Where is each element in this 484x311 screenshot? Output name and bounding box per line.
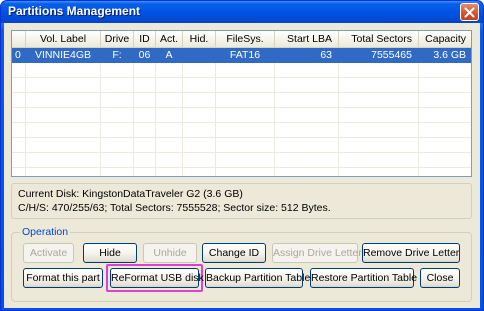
window-close-button[interactable] — [460, 3, 479, 21]
reformat-usb-disk-button[interactable]: ReFormat USB disk — [110, 268, 204, 288]
partitions-table[interactable]: Vol. Label Drive ID Act. Hid. FileSys. S… — [11, 30, 472, 177]
restore-partition-table-button[interactable]: Restore Partition Table — [310, 268, 417, 288]
cell-active: A — [156, 48, 183, 63]
cell-index: 0 — [12, 48, 26, 63]
empty-row — [12, 123, 471, 138]
table-header: Vol. Label Drive ID Act. Hid. FileSys. S… — [12, 31, 471, 48]
backup-partition-table-button[interactable]: Backup Partition Table — [205, 268, 310, 288]
column-header-active[interactable]: Act. — [156, 31, 183, 48]
table-row[interactable]: 0 VINNIE4GB F: 06 A FAT16 63 7555465 3.6… — [12, 48, 471, 63]
column-header-drive[interactable]: Drive — [101, 31, 134, 48]
cell-hidden — [183, 48, 216, 63]
column-header-id[interactable]: ID — [134, 31, 156, 48]
partitions-management-window: Partitions Management Vol. Label Drive I… — [0, 0, 484, 311]
cell-total-sectors: 7555465 — [339, 48, 419, 63]
hide-button[interactable]: Hide — [83, 243, 137, 263]
cell-start-lba: 63 — [275, 48, 339, 63]
empty-row — [12, 78, 471, 93]
disk-info-panel: Current Disk: KingstonDataTraveler G2 (3… — [11, 183, 472, 219]
column-header-total-sectors[interactable]: Total Sectors — [339, 31, 419, 48]
disk-geometry-text: C/H/S: 470/255/63; Total Sectors: 755552… — [18, 202, 331, 214]
column-header-start-lba[interactable]: Start LBA — [275, 31, 339, 48]
unhide-button[interactable]: Unhide — [143, 243, 197, 263]
cell-drive: F: — [101, 48, 134, 63]
cell-capacity: 3.6 GB — [419, 48, 471, 63]
cell-filesys: FAT16 — [216, 48, 275, 63]
table-body: 0 VINNIE4GB F: 06 A FAT16 63 7555465 3.6… — [12, 48, 471, 176]
empty-row — [12, 168, 471, 176]
format-this-part-button[interactable]: Format this part — [23, 268, 103, 288]
assign-drive-letter-button[interactable]: Assign Drive Letter — [272, 243, 362, 263]
close-button[interactable]: Close — [420, 268, 460, 288]
empty-row — [12, 93, 471, 108]
empty-row — [12, 138, 471, 153]
empty-row — [12, 108, 471, 123]
column-header-filesys[interactable]: FileSys. — [216, 31, 275, 48]
column-header-vol-label[interactable]: Vol. Label — [26, 31, 101, 48]
empty-row — [12, 153, 471, 168]
dialog-client-area: Vol. Label Drive ID Act. Hid. FileSys. S… — [4, 23, 480, 308]
close-x-icon — [464, 7, 475, 17]
column-header-capacity[interactable]: Capacity — [419, 31, 471, 48]
operation-group-label: Operation — [20, 226, 71, 238]
cell-id: 06 — [134, 48, 156, 63]
column-header-index[interactable] — [12, 31, 26, 48]
window-title: Partitions Management — [8, 4, 141, 18]
remove-drive-letter-button[interactable]: Remove Drive Letter — [362, 243, 460, 263]
activate-button[interactable]: Activate — [23, 243, 74, 263]
empty-row — [12, 63, 471, 78]
column-header-hidden[interactable]: Hid. — [183, 31, 216, 48]
current-disk-text: Current Disk: KingstonDataTraveler G2 (3… — [18, 188, 243, 200]
title-bar[interactable]: Partitions Management — [1, 1, 483, 23]
cell-vol-label: VINNIE4GB — [26, 48, 101, 63]
change-id-button[interactable]: Change ID — [202, 243, 266, 263]
